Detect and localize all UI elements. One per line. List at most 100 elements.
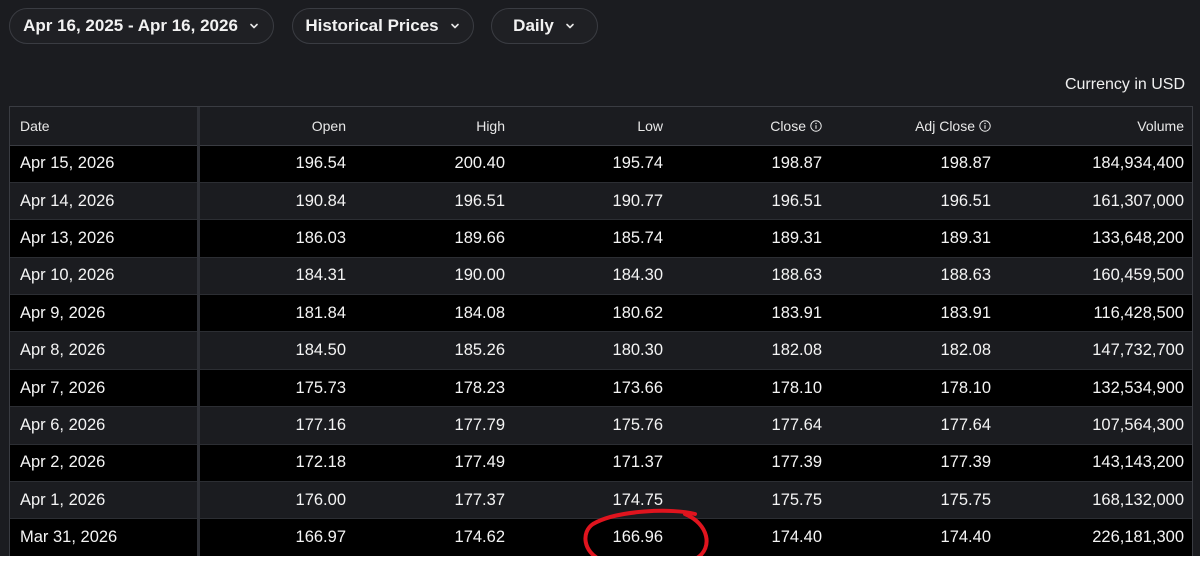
cell-low: 175.76	[515, 406, 673, 445]
cell-adj-close: 189.31	[832, 219, 1001, 258]
cell-volume: 161,307,000	[1001, 182, 1192, 221]
cell-close: 178.10	[673, 369, 832, 408]
cell-adj-close: 178.10	[832, 369, 1001, 408]
data-type-label: Historical Prices	[305, 16, 439, 35]
cell-adj-close: 177.64	[832, 406, 1001, 445]
cell-low: 184.30	[515, 257, 673, 296]
cell-adj-close: 198.87	[832, 145, 1001, 183]
data-type-dropdown[interactable]: Historical Prices	[292, 8, 474, 44]
cell-open: 166.97	[198, 518, 356, 556]
cell-volume: 116,428,500	[1001, 294, 1192, 333]
cell-high: 177.49	[356, 444, 515, 483]
table-header-row: Date Open High Low Close Adj Close Volum…	[10, 107, 1192, 146]
cell-volume: 184,934,400	[1001, 145, 1192, 183]
cell-date: Apr 14, 2026	[10, 182, 200, 221]
cell-low: 180.62	[515, 294, 673, 333]
cell-date: Apr 6, 2026	[10, 406, 200, 445]
cell-open: 177.16	[198, 406, 356, 445]
cell-high: 190.00	[356, 257, 515, 296]
cell-close: 188.63	[673, 257, 832, 296]
header-date: Date	[10, 107, 200, 146]
cell-open: 196.54	[198, 145, 356, 183]
table-row: Apr 8, 2026 184.50 185.26 180.30 182.08 182.0…	[10, 331, 1192, 370]
header-low: Low	[515, 107, 673, 146]
chevron-down-icon	[566, 23, 574, 29]
frequency-dropdown[interactable]: Daily	[491, 8, 598, 44]
cell-volume: 147,732,700	[1001, 331, 1192, 370]
cell-high: 178.23	[356, 369, 515, 408]
table-row: Apr 10, 2026 184.31 190.00 184.30 188.63 188.…	[10, 257, 1192, 296]
chevron-down-icon	[450, 23, 459, 29]
cell-date: Apr 7, 2026	[10, 369, 200, 408]
table-row: Apr 13, 2026 186.03 189.66 185.74 189.31 189.…	[10, 219, 1192, 258]
cell-volume: 226,181,300	[1001, 518, 1192, 556]
cell-volume: 143,143,200	[1001, 444, 1192, 483]
cell-adj-close: 177.39	[832, 444, 1001, 483]
table-row: Apr 15, 2026 196.54 200.40 195.74 198.87 198.…	[10, 145, 1192, 183]
header-adj-close: Adj Close	[832, 107, 1001, 146]
cell-high: 177.79	[356, 406, 515, 445]
cell-high: 189.66	[356, 219, 515, 258]
cell-close: 177.64	[673, 406, 832, 445]
cell-text: 166.96	[612, 528, 663, 547]
cell-open: 186.03	[198, 219, 356, 258]
cell-low: 171.37	[515, 444, 673, 483]
cell-low: 174.75	[515, 481, 673, 520]
currency-note: Currency in USD	[1064, 76, 1185, 93]
cell-low: 173.66	[515, 369, 673, 408]
info-icon[interactable]	[810, 120, 822, 132]
cell-date: Apr 8, 2026	[10, 331, 200, 370]
cell-open: 176.00	[198, 481, 356, 520]
cell-high: 200.40	[356, 145, 515, 183]
cell-date: Apr 13, 2026	[10, 219, 200, 258]
cell-high: 196.51	[356, 182, 515, 221]
cell-close: 177.39	[673, 444, 832, 483]
header-open: Open	[198, 107, 356, 146]
cell-date: Apr 2, 2026	[10, 444, 200, 483]
frequency-label: Daily	[513, 16, 554, 35]
table-row: Apr 14, 2026 190.84 196.51 190.77 196.51 196.…	[10, 182, 1192, 221]
cell-volume: 168,132,000	[1001, 481, 1192, 520]
cell-low: 195.74	[515, 145, 673, 183]
cell-date: Mar 31, 2026	[10, 518, 200, 556]
table-row: Apr 6, 2026 177.16 177.79 175.76 177.64 177.6…	[10, 406, 1192, 445]
cell-adj-close: 183.91	[832, 294, 1001, 333]
cell-close: 175.75	[673, 481, 832, 520]
cell-date: Apr 1, 2026	[10, 481, 200, 520]
historical-prices-table: Date Open High Low Close Adj Close Volum…	[9, 106, 1193, 556]
date-range-dropdown[interactable]: Apr 16, 2025 - Apr 16, 2026	[9, 8, 274, 44]
chevron-down-icon	[250, 23, 258, 29]
cell-adj-close: 175.75	[832, 481, 1001, 520]
cell-volume: 160,459,500	[1001, 257, 1192, 296]
header-adj-close-label: Adj Close	[915, 117, 975, 134]
cell-open: 184.31	[198, 257, 356, 296]
cell-low: 180.30	[515, 331, 673, 370]
cell-close: 183.91	[673, 294, 832, 333]
table-row: Apr 2, 2026 172.18 177.49 171.37 177.39 177.3…	[10, 444, 1192, 483]
cell-adj-close: 174.40	[832, 518, 1001, 556]
cell-high: 185.26	[356, 331, 515, 370]
header-close-label: Close	[770, 117, 806, 134]
cell-open: 190.84	[198, 182, 356, 221]
cell-volume: 133,648,200	[1001, 219, 1192, 258]
cell-date: Apr 15, 2026	[10, 145, 200, 183]
cell-high: 184.08	[356, 294, 515, 333]
cell-high: 174.62	[356, 518, 515, 556]
table-row: Mar 31, 2026 166.97 174.62 166.96 174.40 174.…	[10, 508, 1192, 556]
cell-high: 177.37	[356, 481, 515, 520]
date-range-label: Apr 16, 2025 - Apr 16, 2026	[23, 16, 238, 35]
cell-adj-close: 188.63	[832, 257, 1001, 296]
table-row: Apr 1, 2026 176.00 177.37 174.75 175.75 175.7…	[10, 481, 1192, 520]
cell-close: 182.08	[673, 331, 832, 370]
cell-adj-close: 182.08	[832, 331, 1001, 370]
header-high: High	[356, 107, 515, 146]
cell-low: 185.74	[515, 219, 673, 258]
cell-volume: 132,534,900	[1001, 369, 1192, 408]
cell-low: 166.96	[515, 508, 709, 556]
header-volume: Volume	[1001, 107, 1192, 146]
info-icon[interactable]	[979, 120, 991, 132]
cell-adj-close: 196.51	[832, 182, 1001, 221]
cell-close: 189.31	[673, 219, 832, 258]
cell-open: 181.84	[198, 294, 356, 333]
table-row: Apr 9, 2026 181.84 184.08 180.62 183.91 183.9…	[10, 294, 1192, 333]
